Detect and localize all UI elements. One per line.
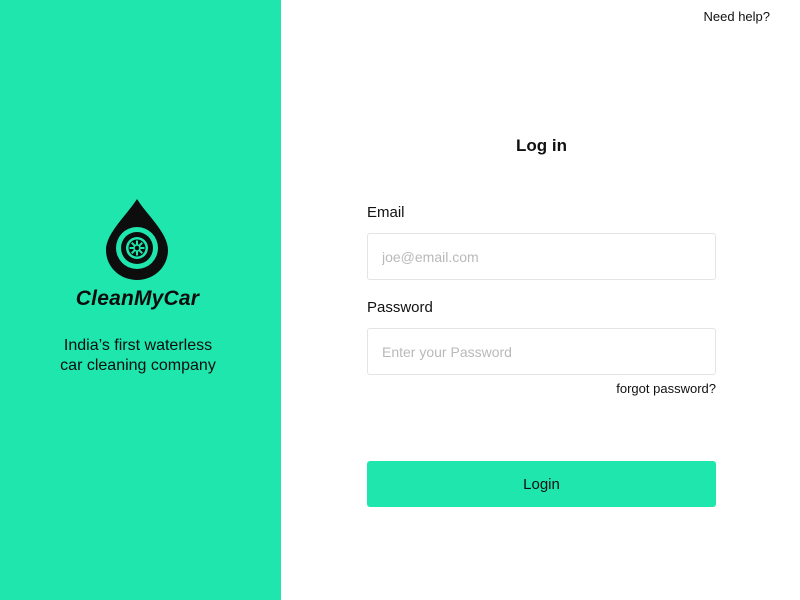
brand-panel: CleanMyCar India’s first waterless car c… bbox=[0, 0, 281, 600]
water-drop-wheel-icon bbox=[106, 199, 168, 280]
login-page: CleanMyCar India’s first waterless car c… bbox=[0, 0, 800, 600]
brand-tagline: India’s first waterless car cleaning com… bbox=[0, 336, 276, 376]
login-button[interactable]: Login bbox=[367, 461, 716, 507]
login-title: Log in bbox=[516, 136, 567, 155]
password-input[interactable] bbox=[367, 328, 716, 375]
email-label: Email bbox=[367, 204, 405, 221]
tagline-line-1: India’s first waterless bbox=[63, 337, 213, 354]
need-help-link[interactable]: Need help? bbox=[704, 9, 771, 24]
password-label: Password bbox=[367, 299, 433, 316]
tagline-line-2: car cleaning company bbox=[60, 357, 216, 374]
brand-name: CleanMyCar bbox=[75, 287, 200, 310]
forgot-password-link[interactable]: forgot password? bbox=[616, 381, 716, 396]
email-input[interactable] bbox=[367, 233, 716, 280]
